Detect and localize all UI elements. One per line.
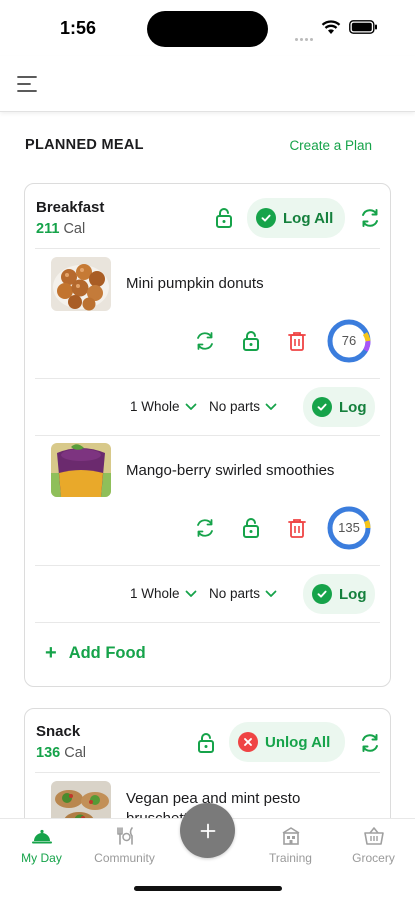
divider bbox=[35, 435, 380, 436]
status-time: 1:56 bbox=[60, 18, 97, 38]
check-icon bbox=[312, 584, 332, 604]
parts-label: No parts bbox=[209, 399, 261, 414]
basket-icon bbox=[363, 827, 384, 845]
section-title: PLANNED MEAL bbox=[25, 137, 144, 153]
tab-label: My Day bbox=[21, 851, 62, 865]
tab-training[interactable]: Training bbox=[249, 825, 332, 865]
create-plan-link[interactable]: Create a Plan bbox=[289, 138, 372, 153]
log-button[interactable]: Log bbox=[303, 574, 375, 614]
utensils-icon bbox=[116, 827, 133, 845]
tab-label: Community bbox=[94, 851, 155, 865]
swap-icon[interactable] bbox=[193, 329, 217, 353]
cloche-icon bbox=[31, 829, 52, 844]
meal-calories: 136 Cal bbox=[36, 745, 86, 761]
status-bar: 1:56 bbox=[0, 0, 415, 56]
check-icon bbox=[256, 208, 276, 228]
divider bbox=[35, 378, 380, 379]
refresh-icon[interactable] bbox=[358, 731, 382, 755]
dynamic-island bbox=[147, 11, 268, 47]
divider bbox=[35, 248, 380, 249]
log-label: Log bbox=[339, 585, 367, 603]
home-indicator bbox=[134, 886, 282, 891]
add-food-button[interactable]: + Add Food bbox=[45, 642, 146, 665]
unlog-all-button[interactable]: Unlog All bbox=[229, 722, 345, 762]
building-icon bbox=[282, 827, 299, 845]
signal-icon bbox=[295, 28, 315, 41]
chevron-down-icon bbox=[185, 403, 196, 410]
unlock-icon[interactable] bbox=[194, 731, 218, 755]
trash-icon[interactable] bbox=[285, 516, 309, 540]
divider bbox=[35, 565, 380, 566]
quantity-label: 1 Whole bbox=[130, 586, 180, 601]
meal-card-breakfast: Breakfast 211 Cal Log All Mini pumpkin d… bbox=[24, 183, 391, 687]
nutrition-score-ring: 76 bbox=[327, 319, 371, 363]
nutrition-score-ring: 135 bbox=[327, 506, 371, 550]
meal-name: Breakfast bbox=[36, 199, 105, 216]
plus-icon bbox=[200, 823, 215, 838]
parts-dropdown[interactable]: No parts bbox=[209, 586, 277, 601]
tab-label: Training bbox=[269, 851, 312, 865]
chevron-down-icon bbox=[265, 403, 277, 410]
meal-name: Snack bbox=[36, 723, 81, 740]
calorie-unit: Cal bbox=[64, 745, 86, 761]
trash-icon[interactable] bbox=[285, 329, 309, 353]
unlock-icon[interactable] bbox=[239, 516, 263, 540]
add-button[interactable] bbox=[180, 803, 235, 858]
food-name[interactable]: Mini pumpkin donuts bbox=[126, 275, 264, 292]
log-button[interactable]: Log bbox=[303, 387, 375, 427]
nutrition-score: 76 bbox=[341, 333, 357, 348]
calorie-value: 136 bbox=[36, 745, 61, 761]
check-icon bbox=[312, 397, 332, 417]
chevron-down-icon bbox=[265, 590, 277, 597]
nutrition-score: 135 bbox=[338, 520, 360, 535]
calorie-value: 211 bbox=[36, 221, 60, 237]
plus-icon: + bbox=[45, 642, 57, 664]
add-food-label: Add Food bbox=[68, 644, 146, 662]
close-icon bbox=[238, 732, 258, 752]
calorie-unit: Cal bbox=[63, 221, 86, 237]
log-all-label: Log All bbox=[283, 209, 334, 227]
parts-label: No parts bbox=[209, 586, 261, 601]
tab-label: Grocery bbox=[352, 851, 395, 865]
log-label: Log bbox=[339, 398, 367, 416]
battery-icon bbox=[349, 20, 377, 34]
quantity-dropdown[interactable]: 1 Whole bbox=[130, 399, 197, 414]
refresh-icon[interactable] bbox=[358, 206, 382, 230]
wifi-icon bbox=[321, 20, 341, 34]
unlock-icon[interactable] bbox=[239, 329, 263, 353]
top-bar bbox=[0, 56, 415, 112]
quantity-dropdown[interactable]: 1 Whole bbox=[130, 586, 197, 601]
divider bbox=[35, 772, 380, 773]
parts-dropdown[interactable]: No parts bbox=[209, 399, 277, 414]
swap-icon[interactable] bbox=[193, 516, 217, 540]
unlock-icon[interactable] bbox=[212, 206, 236, 230]
tab-community[interactable]: Community bbox=[83, 825, 166, 865]
quantity-label: 1 Whole bbox=[130, 399, 180, 414]
food-image[interactable] bbox=[51, 443, 111, 497]
tab-my-day[interactable]: My Day bbox=[0, 825, 83, 865]
food-name[interactable]: Mango-berry swirled smoothies bbox=[126, 462, 334, 479]
tab-grocery[interactable]: Grocery bbox=[332, 825, 415, 865]
food-image[interactable] bbox=[51, 257, 111, 311]
menu-icon[interactable] bbox=[16, 73, 38, 95]
meal-calories: 211 Cal bbox=[36, 221, 85, 237]
log-all-button[interactable]: Log All bbox=[247, 198, 345, 238]
chevron-down-icon bbox=[185, 590, 196, 597]
divider bbox=[35, 622, 380, 623]
unlog-all-label: Unlog All bbox=[265, 733, 331, 751]
